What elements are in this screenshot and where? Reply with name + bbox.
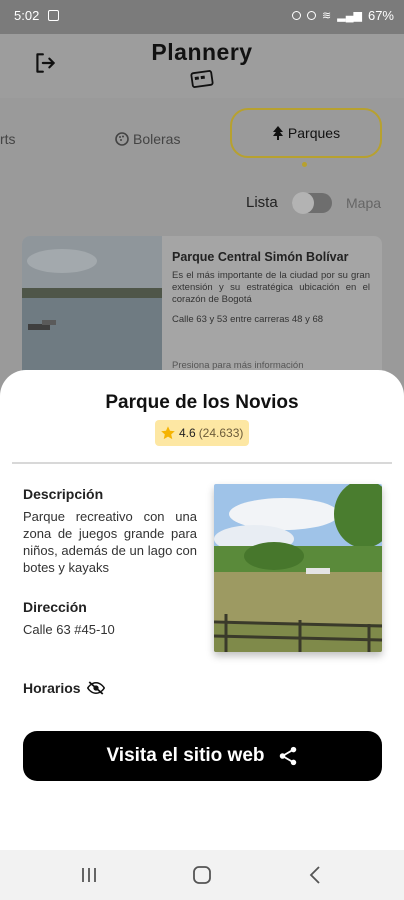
park-card-image: [22, 236, 162, 386]
tab-boleras-label: Boleras: [133, 131, 181, 147]
toggle-list-label: Lista: [246, 194, 278, 211]
system-nav-bar: [0, 850, 404, 900]
rating-count: (24.633): [198, 426, 244, 440]
eye-off-icon: [86, 681, 105, 695]
tab-sports[interactable]: rts: [0, 124, 16, 154]
list-map-switch[interactable]: [292, 192, 332, 214]
address-text: Calle 63 #45-10: [23, 622, 115, 637]
app-header: Plannery: [0, 34, 404, 98]
tab-parques[interactable]: Parques: [230, 108, 382, 158]
sheet-title: Parque de los Novios: [105, 392, 299, 413]
active-tab-indicator: [302, 162, 307, 167]
status-icons: ≋ ▂▄▆ 67%: [292, 8, 394, 23]
gallery-notification-icon: [48, 10, 59, 21]
alarm-icon: [292, 11, 302, 20]
status-time: 5:02: [14, 8, 40, 23]
category-tabs: rts Boleras Parques: [0, 98, 404, 178]
signal-icon: ▂▄▆: [337, 10, 362, 22]
app-title: Plannery: [151, 39, 253, 65]
address-label: Dirección: [23, 599, 87, 615]
share-icon: [279, 746, 296, 766]
hours-label: Horarios: [23, 680, 81, 696]
planner-logo-icon: [190, 70, 214, 88]
hours-label-row[interactable]: Horarios: [23, 680, 105, 696]
toggle-map-label: Mapa: [346, 195, 382, 211]
park-detail-sheet: Parque de los Novios 4.6 (24.633) Descri…: [0, 370, 404, 850]
rating-score: 4.6: [179, 426, 196, 440]
switch-knob: [292, 192, 314, 214]
park-photo: [214, 484, 382, 652]
description-label: Descripción: [23, 486, 104, 502]
tab-parques-label: Parques: [287, 125, 341, 141]
bowling-icon: [115, 132, 129, 146]
back-icon[interactable]: [305, 864, 327, 886]
tree-icon: [272, 126, 283, 140]
rating-badge: 4.6 (24.633): [155, 420, 250, 446]
tab-sports-label: rts: [0, 131, 16, 147]
park-card-title: Parque Central Simón Bolívar: [172, 250, 349, 264]
status-bar: 5:02 ≋ ▂▄▆ 67%: [0, 0, 404, 34]
park-card-address: Calle 63 y 53 entre carreras 48 y 68: [172, 314, 324, 325]
home-icon[interactable]: [191, 864, 213, 886]
wifi-icon: ≋: [322, 10, 332, 22]
visit-website-label: Visita el sitio web: [106, 745, 265, 766]
star-icon: [161, 426, 175, 440]
visit-website-button[interactable]: Visita el sitio web: [23, 731, 382, 781]
sheet-divider: [12, 462, 392, 464]
view-toggle: Lista Mapa: [0, 190, 404, 218]
battery-text: 67%: [367, 8, 394, 23]
tab-boleras[interactable]: Boleras: [115, 124, 180, 154]
park-card-description: Es el más importante de la ciudad por su…: [172, 270, 370, 305]
recent-apps-icon[interactable]: [78, 864, 100, 886]
park-card[interactable]: Parque Central Simón Bolívar Es el más i…: [22, 236, 382, 386]
settings-status-icon: [307, 11, 317, 20]
description-text: Parque recreativo con una zona de juegos…: [23, 509, 197, 575]
